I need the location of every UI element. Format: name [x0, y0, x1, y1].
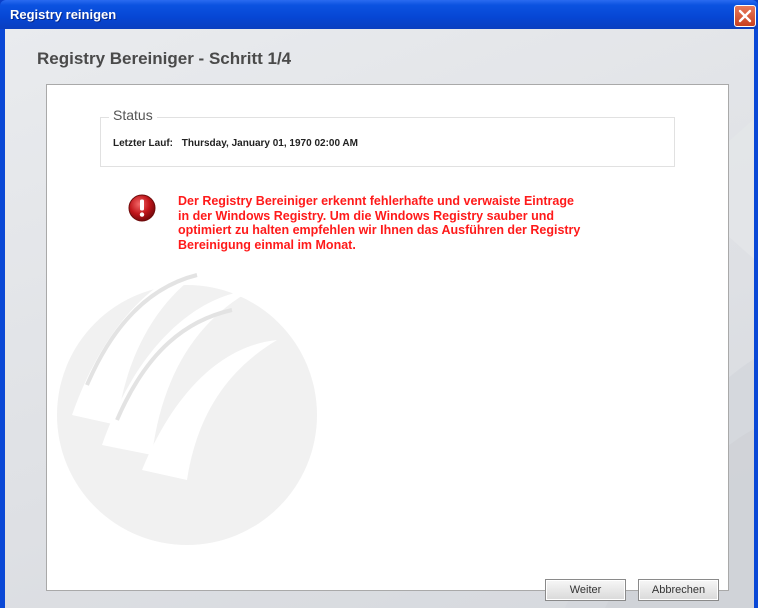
last-run-value: Thursday, January 01, 1970 02:00 AM: [181, 138, 358, 149]
window-frame-right: [754, 29, 758, 608]
exclamation-icon: [128, 194, 156, 222]
warning-message: Der Registry Bereiniger erkennt fehlerha…: [178, 194, 658, 252]
message-line: Der Registry Bereiniger erkennt fehlerha…: [178, 194, 574, 208]
title-bar[interactable]: Registry reinigen: [0, 0, 758, 29]
dialog-window: Registry reinigen Registry Bereiniger - …: [0, 0, 758, 608]
status-groupbox: Status Letzter Lauf: Thursday, January 0…: [100, 107, 675, 167]
close-icon: [738, 9, 752, 23]
message-line: in der Windows Registry. Um die Windows …: [178, 208, 554, 223]
content-panel: Status Letzter Lauf: Thursday, January 0…: [46, 84, 729, 591]
window-title: Registry reinigen: [10, 7, 117, 22]
client-area: Registry Bereiniger - Schritt 1/4 Status…: [5, 29, 754, 608]
message-line: Bereinigung einmal im Monat.: [178, 237, 356, 252]
status-legend: Status: [109, 107, 157, 123]
page-title: Registry Bereiniger - Schritt 1/4: [37, 49, 292, 68]
message-line: optimiert zu halten empfehlen wir Ihnen …: [178, 223, 581, 237]
last-run-row: Letzter Lauf: Thursday, January 01, 1970…: [113, 138, 358, 149]
cancel-button[interactable]: Abbrechen: [638, 579, 719, 601]
next-button[interactable]: Weiter: [545, 579, 626, 601]
close-button[interactable]: [734, 5, 756, 27]
last-run-label: Letzter Lauf:: [113, 138, 173, 149]
